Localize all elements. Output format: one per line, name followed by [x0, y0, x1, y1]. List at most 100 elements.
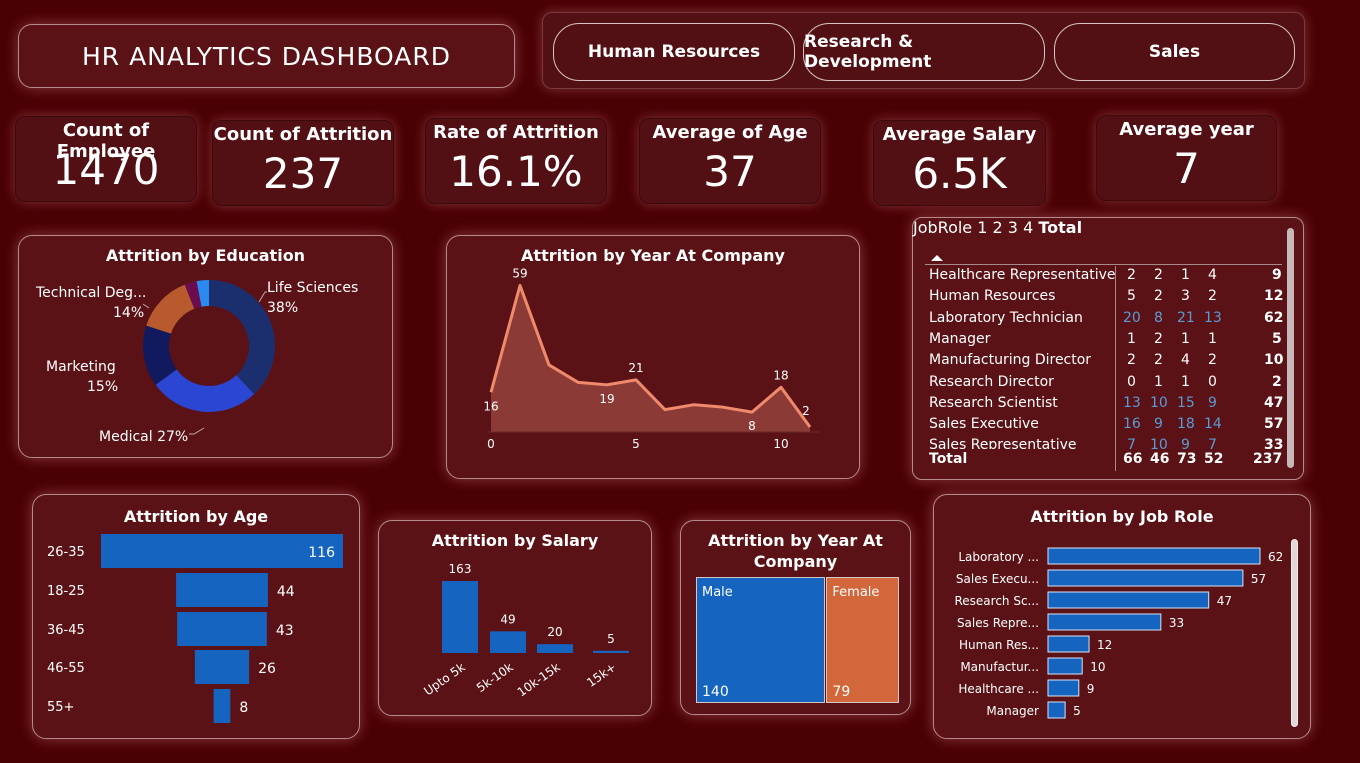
matrix-body: Healthcare Representative 2 2 1 4 9 Human Reso… — [913, 267, 1285, 449]
treemap-tile-value: 140 — [702, 684, 729, 700]
matrix-row-label: Manufacturing Director — [929, 352, 1092, 369]
chart-title-line1: Attrition by Year At — [708, 531, 883, 550]
jobrole-category-label: Research Sc... — [954, 594, 1039, 608]
matrix-row[interactable]: Sales Representative 7 10 9 7 33 — [929, 437, 1285, 449]
matrix-cell: 21 — [1177, 309, 1195, 326]
jobrole-category-label: Manager — [986, 704, 1039, 718]
chart-title-line2: Company — [753, 552, 838, 571]
matrix-row[interactable]: Manager 1 2 1 1 5 — [929, 331, 1285, 352]
label-life-sciences-pct: 38% — [267, 300, 298, 316]
matrix-cell: 2 — [1208, 352, 1217, 369]
data-label: 19 — [599, 392, 614, 406]
treemap-tile-label: Female — [832, 585, 880, 600]
matrix-row[interactable]: Healthcare Representative 2 2 1 4 9 — [929, 267, 1285, 288]
label-technical-degree: Technical Deg... — [35, 285, 146, 301]
jobrole-bar[interactable] — [1047, 657, 1083, 675]
matrix-cell: 9 — [1181, 437, 1190, 449]
jobrole-category-label: Sales Execu... — [956, 572, 1039, 586]
matrix-total-label: Total — [929, 451, 968, 467]
sort-ascending-icon[interactable] — [931, 255, 943, 261]
treemap-tile-female[interactable]: Female 79 — [826, 577, 899, 703]
kpi-value: 16.1% — [449, 147, 583, 196]
kpi-label: Rate of Attrition — [433, 122, 599, 143]
matrix-cell: 14 — [1204, 416, 1222, 433]
kpi-attrition-rate: Rate of Attrition 16.1% — [425, 118, 607, 204]
age-category-label: 36-45 — [47, 623, 85, 638]
matrix-total-4: 52 — [1204, 451, 1224, 467]
matrix-cell: 10 — [1150, 437, 1168, 449]
age-value-label: 26 — [258, 661, 276, 677]
matrix-cell: 0 — [1208, 373, 1217, 390]
treemap-tile-male[interactable]: Male 140 — [696, 577, 826, 703]
matrix-header-jobrole[interactable]: JobRole — [913, 218, 972, 237]
jobrole-scrollbar[interactable] — [1291, 539, 1298, 727]
salary-bar[interactable] — [593, 650, 629, 653]
jobrole-bar[interactable] — [1047, 591, 1210, 609]
age-value-label: 116 — [308, 545, 335, 561]
age-funnel-svg: 26-35 116 18-25 44 36-45 43 46-55 26 55+ 8 — [47, 534, 343, 723]
treemap-tile-label: Male — [702, 585, 733, 600]
jobrole-bar[interactable] — [1047, 547, 1261, 565]
matrix-cell: 4 — [1181, 352, 1190, 369]
matrix-cell: 20 — [1123, 309, 1141, 326]
kpi-label: Average of Age — [652, 122, 808, 143]
kpi-value: 6.5K — [912, 149, 1007, 198]
matrix-scrollbar[interactable] — [1287, 228, 1294, 468]
matrix-cell: 8 — [1154, 309, 1163, 326]
age-bar[interactable] — [194, 650, 250, 684]
jobrole-chart-card: Attrition by Job Role Laboratory ... 62 Sa… — [933, 494, 1311, 739]
salary-bar[interactable] — [537, 644, 573, 653]
donut-slice-technical-degree[interactable] — [146, 284, 195, 334]
matrix-row-total: 12 — [1264, 288, 1284, 305]
matrix-total-3: 73 — [1177, 451, 1197, 467]
slicer-sales[interactable]: Sales — [1054, 23, 1295, 81]
matrix-row-total: 10 — [1264, 352, 1284, 369]
age-bar[interactable] — [213, 689, 231, 723]
dashboard-title: HR ANALYTICS DASHBOARD — [81, 41, 452, 71]
matrix-cell: 7 — [1208, 437, 1217, 449]
matrix-row[interactable]: Research Scientist 13 10 15 9 47 — [929, 395, 1285, 416]
jobrole-bar[interactable] — [1047, 635, 1090, 653]
dashboard-title-card: HR ANALYTICS DASHBOARD — [18, 24, 515, 88]
jobrole-bar[interactable] — [1047, 613, 1162, 631]
salary-bar[interactable] — [490, 631, 526, 653]
label-marketing: Marketing — [46, 359, 116, 375]
jobrole-bar[interactable] — [1047, 679, 1080, 697]
matrix-cell: 1 — [1127, 330, 1136, 347]
kpi-average-year: Average year 7 — [1096, 115, 1277, 201]
treemap-tile-value: 79 — [832, 684, 851, 700]
matrix-row[interactable]: Laboratory Technician 20 8 21 13 62 — [929, 310, 1285, 331]
matrix-row[interactable]: Human Resources 5 2 3 2 12 — [929, 288, 1285, 309]
label-technical-degree-pct: 14% — [113, 305, 144, 321]
age-bar[interactable] — [101, 534, 343, 568]
jobrole-bar[interactable] — [1047, 569, 1244, 587]
slicer-human-resources[interactable]: Human Resources — [553, 23, 795, 81]
donut-slice-life-sciences[interactable] — [209, 280, 275, 395]
matrix-row-label: Laboratory Technician — [929, 309, 1083, 326]
jobrole-category-label: Healthcare ... — [958, 682, 1039, 696]
salary-value-label: 20 — [547, 625, 562, 639]
salary-category-label: Upto 5k — [421, 660, 467, 698]
jobrole-value-label: 47 — [1217, 594, 1232, 608]
age-value-label: 8 — [239, 700, 248, 716]
matrix-row[interactable]: Sales Executive 16 9 18 14 57 — [929, 416, 1285, 437]
age-value-label: 44 — [277, 584, 295, 600]
salary-value-label: 49 — [500, 612, 515, 626]
kpi-value: 37 — [703, 147, 757, 196]
kpi-value: 1470 — [52, 145, 160, 194]
salary-bar[interactable] — [442, 581, 478, 653]
jobrole-bar[interactable] — [1047, 701, 1066, 719]
x-tick-10: 10 — [773, 437, 788, 451]
age-bar[interactable] — [177, 612, 267, 646]
matrix-row[interactable]: Research Director 0 1 1 0 2 — [929, 374, 1285, 395]
age-bar[interactable] — [176, 573, 268, 607]
matrix-cell: 9 — [1208, 394, 1217, 411]
jobrole-value-label: 33 — [1169, 616, 1184, 630]
matrix-cell: 13 — [1123, 394, 1141, 411]
matrix-header-1: 1 — [977, 218, 988, 237]
jobrole-category-label: Human Res... — [959, 638, 1039, 652]
matrix-row-label: Sales Representative — [929, 437, 1077, 449]
matrix-row[interactable]: Manufacturing Director 2 2 4 2 10 — [929, 352, 1285, 373]
matrix-total-grand: 237 — [1253, 451, 1283, 467]
slicer-research-development[interactable]: Research & Development — [803, 23, 1045, 81]
